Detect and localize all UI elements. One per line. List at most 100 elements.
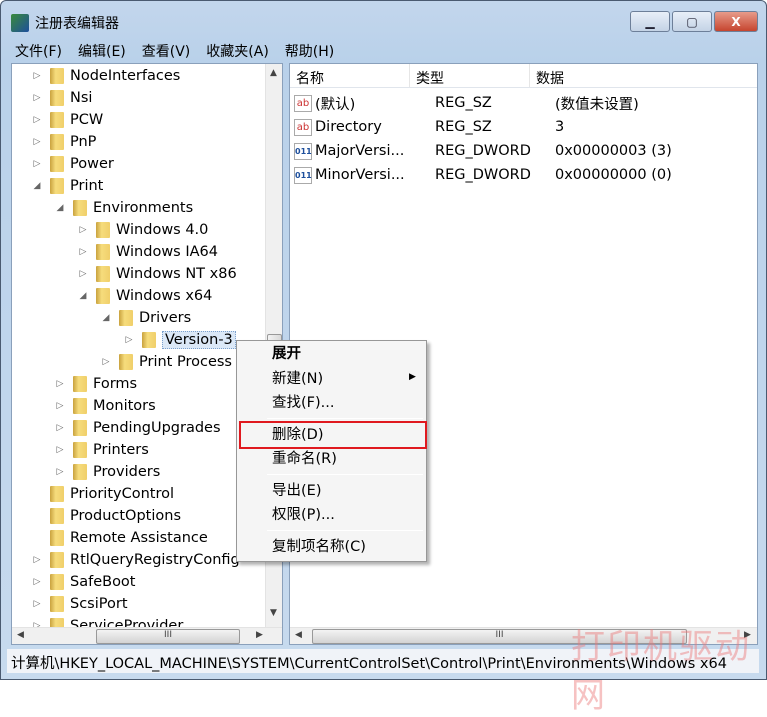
expanded-arrow-icon[interactable]: ◢ bbox=[78, 291, 88, 301]
tree-node[interactable]: Remote Assistance bbox=[32, 527, 208, 549]
collapsed-arrow-icon[interactable]: ▷ bbox=[55, 467, 65, 477]
tree-node[interactable]: ▷ Forms bbox=[55, 373, 137, 395]
menu-item-delete[interactable]: 删除(D) bbox=[272, 424, 323, 446]
tree-node-label: Forms bbox=[93, 376, 138, 392]
expanded-arrow-icon[interactable]: ◢ bbox=[101, 313, 111, 323]
collapsed-arrow-icon[interactable]: ▷ bbox=[32, 599, 42, 609]
folder-icon bbox=[73, 376, 87, 392]
folder-icon bbox=[73, 398, 87, 414]
tree-node-label: PriorityControl bbox=[70, 486, 175, 502]
collapsed-arrow-icon[interactable]: ▷ bbox=[32, 577, 42, 587]
folder-icon bbox=[50, 552, 64, 568]
scroll-up-arrow-icon[interactable]: ▲ bbox=[270, 68, 277, 78]
value-type: REG_SZ bbox=[435, 119, 492, 135]
tree-node[interactable]: ◢ Environments bbox=[55, 197, 193, 219]
tree-node[interactable]: ▷ ScsiPort bbox=[32, 593, 128, 615]
column-header-name[interactable]: 名称 bbox=[290, 64, 410, 87]
tree-node-label: PnP bbox=[70, 134, 97, 150]
value-data: 0x00000003 (3) bbox=[555, 143, 672, 159]
collapsed-arrow-icon[interactable]: ▷ bbox=[32, 555, 42, 565]
value-name: Directory bbox=[315, 119, 382, 135]
close-button[interactable]: X bbox=[714, 11, 758, 32]
tree-node-label: ScsiPort bbox=[70, 596, 128, 612]
tree-node-label: Version-3 bbox=[162, 331, 236, 349]
collapsed-arrow-icon[interactable]: ▷ bbox=[78, 247, 88, 257]
tree-node[interactable]: ▷ NodeInterfaces bbox=[32, 65, 180, 87]
menu-item-expand[interactable]: 展开 bbox=[272, 343, 301, 365]
folder-icon bbox=[50, 178, 64, 194]
tree-node[interactable]: ▷ Windows 4.0 bbox=[78, 219, 208, 241]
menu-view[interactable]: 查看(V) bbox=[134, 39, 199, 61]
tree-node[interactable]: PriorityControl bbox=[32, 483, 174, 505]
tree-hscroll-thumb[interactable]: III bbox=[96, 629, 240, 644]
collapsed-arrow-icon[interactable]: ▷ bbox=[78, 269, 88, 279]
menu-item-permissions[interactable]: 权限(P)... bbox=[272, 504, 335, 526]
value-name: (默认) bbox=[315, 96, 356, 113]
value-type: REG_DWORD bbox=[435, 143, 531, 159]
collapsed-arrow-icon[interactable]: ▷ bbox=[32, 159, 42, 169]
menu-item-new[interactable]: 新建(N) bbox=[272, 368, 323, 390]
expanded-arrow-icon[interactable]: ◢ bbox=[32, 181, 42, 191]
list-row[interactable]: 011 MajorVersi... REG_DWORD 0x00000003 (3) bbox=[294, 140, 672, 162]
folder-icon bbox=[119, 354, 133, 370]
value-type: REG_SZ bbox=[435, 95, 492, 111]
list-row[interactable]: ab Directory REG_SZ 3 bbox=[294, 116, 564, 138]
menu-item-rename[interactable]: 重命名(R) bbox=[272, 448, 337, 470]
tree-horizontal-scrollbar[interactable]: ◀ III ▶ bbox=[12, 627, 282, 644]
scroll-left-arrow-icon[interactable]: ◀ bbox=[17, 630, 24, 640]
collapsed-arrow-icon[interactable]: ▷ bbox=[32, 93, 42, 103]
menu-item-find[interactable]: 查找(F)... bbox=[272, 392, 334, 414]
collapsed-arrow-icon[interactable]: ▷ bbox=[32, 137, 42, 147]
tree-node[interactable]: ▷ RtlQueryRegistryConfig bbox=[32, 549, 240, 571]
maximize-button[interactable]: ▢ bbox=[672, 11, 712, 32]
folder-icon bbox=[50, 134, 64, 150]
menu-edit[interactable]: 编辑(E) bbox=[70, 39, 134, 61]
collapsed-arrow-icon[interactable]: ▷ bbox=[32, 71, 42, 81]
tree-node[interactable]: ▷ Nsi bbox=[32, 87, 92, 109]
collapsed-arrow-icon[interactable]: ▷ bbox=[124, 335, 134, 345]
scroll-down-arrow-icon[interactable]: ▼ bbox=[270, 608, 277, 618]
collapsed-arrow-icon[interactable]: ▷ bbox=[55, 445, 65, 455]
value-data: 0x00000000 (0) bbox=[555, 167, 672, 183]
minimize-button[interactable]: ▁ bbox=[630, 11, 670, 32]
tree-node[interactable]: ▷ PnP bbox=[32, 131, 96, 153]
value-name: MinorVersi... bbox=[315, 167, 405, 183]
collapsed-arrow-icon[interactable]: ▷ bbox=[55, 379, 65, 389]
expanded-arrow-icon[interactable]: ◢ bbox=[55, 203, 65, 213]
tree-node[interactable]: ▷ Power bbox=[32, 153, 114, 175]
menu-item-copy-key-name[interactable]: 复制项名称(C) bbox=[272, 536, 366, 558]
menu-file[interactable]: 文件(F) bbox=[7, 39, 70, 61]
tree-node[interactable]: ▷ Printers bbox=[55, 439, 149, 461]
scroll-left-arrow-icon[interactable]: ◀ bbox=[295, 630, 302, 640]
tree-node[interactable]: ▷ Providers bbox=[55, 461, 160, 483]
tree-node-label: Windows 4.0 bbox=[116, 222, 209, 238]
list-row[interactable]: 011 MinorVersi... REG_DWORD 0x00000000 (0) bbox=[294, 164, 672, 186]
tree-node[interactable]: ▷ PendingUpgrades bbox=[55, 417, 221, 439]
collapsed-arrow-icon[interactable]: ▷ bbox=[78, 225, 88, 235]
tree-node[interactable]: ▷ Windows NT x86 bbox=[78, 263, 237, 285]
scroll-right-arrow-icon[interactable]: ▶ bbox=[256, 630, 263, 640]
column-header-type[interactable]: 类型 bbox=[410, 64, 530, 87]
tree-node[interactable]: ◢ Print bbox=[32, 175, 103, 197]
folder-icon bbox=[96, 244, 110, 260]
tree-node[interactable]: ▷ Version-3 bbox=[124, 329, 236, 351]
tree-node[interactable]: ▷ PCW bbox=[32, 109, 103, 131]
tree-node[interactable]: ◢ Drivers bbox=[101, 307, 191, 329]
list-row[interactable]: ab (默认) REG_SZ (数值未设置) bbox=[294, 92, 639, 114]
tree-node[interactable]: ▷ Monitors bbox=[55, 395, 156, 417]
menu-favorites[interactable]: 收藏夹(A) bbox=[198, 39, 277, 61]
menu-item-export[interactable]: 导出(E) bbox=[272, 480, 321, 502]
value-data: 3 bbox=[555, 119, 565, 135]
tree-node-label: PendingUpgrades bbox=[93, 420, 221, 436]
tree-node[interactable]: ProductOptions bbox=[32, 505, 181, 527]
collapsed-arrow-icon[interactable]: ▷ bbox=[55, 401, 65, 411]
collapsed-arrow-icon[interactable]: ▷ bbox=[32, 115, 42, 125]
column-header-data[interactable]: 数据 bbox=[530, 64, 757, 87]
collapsed-arrow-icon[interactable]: ▷ bbox=[55, 423, 65, 433]
tree-node[interactable]: ▷ Windows IA64 bbox=[78, 241, 218, 263]
menu-help[interactable]: 帮助(H) bbox=[277, 39, 342, 61]
collapsed-arrow-icon[interactable]: ▷ bbox=[101, 357, 111, 367]
tree-node[interactable]: ▷ SafeBoot bbox=[32, 571, 136, 593]
tree-node[interactable]: ▷ Print Process bbox=[101, 351, 232, 373]
tree-node[interactable]: ◢ Windows x64 bbox=[78, 285, 212, 307]
